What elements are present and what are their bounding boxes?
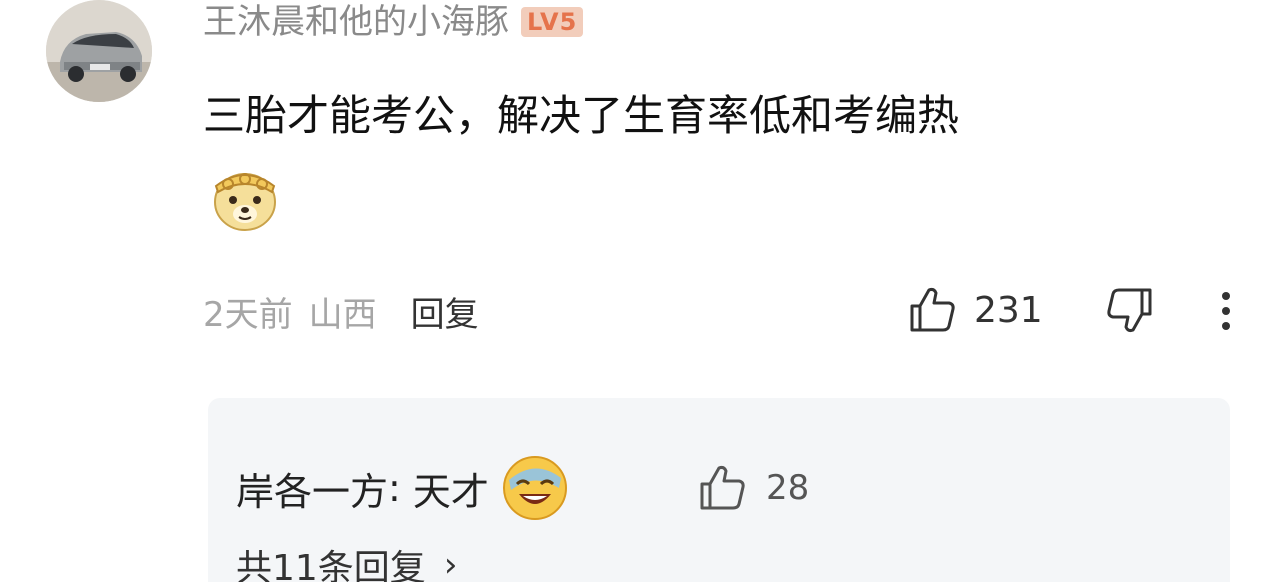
dislike-button[interactable] xyxy=(1104,284,1156,336)
more-dot xyxy=(1222,307,1230,315)
reply-author[interactable]: 岸各一方 xyxy=(236,461,388,516)
reply-like-count: 28 xyxy=(766,468,810,508)
reply-separator: : xyxy=(388,466,413,510)
laughing-emoji xyxy=(502,456,567,520)
comment-location: 山西 xyxy=(308,294,377,335)
more-dot xyxy=(1222,322,1230,330)
monkey-king-dog-sticker xyxy=(210,160,280,232)
reply-button[interactable]: 回复 xyxy=(411,287,479,336)
reply-like-button[interactable]: 28 xyxy=(696,462,809,514)
more-vertical-icon[interactable] xyxy=(1212,288,1240,334)
thumbs-up-icon xyxy=(910,287,955,332)
username[interactable]: 王沐晨和他的小海豚 xyxy=(203,2,509,42)
comment-text: 三胎才能考公，解决了生育率低和考编热 xyxy=(203,91,960,140)
reply-item[interactable]: 岸各一方 : 天才 xyxy=(236,456,569,520)
comment-time: 2天前 xyxy=(203,294,293,335)
car-avatar-image xyxy=(46,0,152,102)
avatar[interactable] xyxy=(46,0,152,102)
more-dot xyxy=(1222,292,1230,300)
level-badge: LV5 xyxy=(521,7,584,37)
thumbs-down-icon xyxy=(1107,288,1152,333)
like-count: 231 xyxy=(974,289,1043,331)
username-row: 王沐晨和他的小海豚 LV5 xyxy=(203,2,584,42)
comment-meta: 2天前 山西 回复 xyxy=(203,287,479,336)
reply-text: 天才 xyxy=(412,469,489,514)
chevron-right-icon: › xyxy=(443,545,458,582)
more-replies-label: 共11条回复 xyxy=(236,548,426,582)
thumbs-up-icon xyxy=(700,465,745,510)
more-replies-link[interactable]: 共11条回复 › xyxy=(236,540,457,582)
like-button[interactable]: 231 xyxy=(906,284,1043,336)
